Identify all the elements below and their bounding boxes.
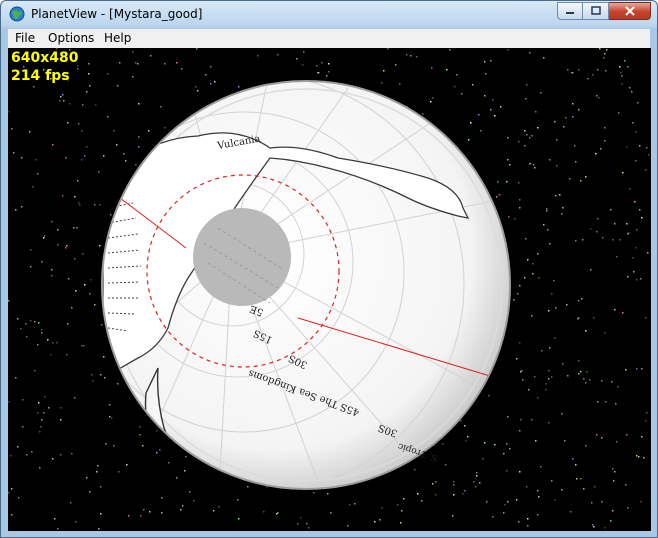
menu-file[interactable]: File xyxy=(15,31,35,45)
globe xyxy=(101,80,511,490)
close-icon xyxy=(624,6,635,16)
fps-readout: 214 fps xyxy=(11,68,70,84)
title-bar[interactable]: PlanetView - [Mystara_good] xyxy=(1,1,657,29)
minimize-icon xyxy=(566,12,574,14)
close-button[interactable] xyxy=(609,2,651,20)
maximize-icon xyxy=(590,6,601,15)
maximize-button[interactable] xyxy=(583,2,609,20)
minimize-button[interactable] xyxy=(557,2,583,20)
window-title: PlanetView - [Mystara_good] xyxy=(31,7,203,21)
menu-options[interactable]: Options xyxy=(48,31,94,45)
menu-help[interactable]: Help xyxy=(104,31,131,45)
polar-cap xyxy=(193,208,291,306)
globe-scene[interactable]: Vulcania 5E 15S 30S 45S The Sea Kingdoms… xyxy=(8,48,651,531)
planet-viewport[interactable]: Vulcania 5E 15S 30S 45S The Sea Kingdoms… xyxy=(8,48,651,531)
window-controls xyxy=(557,2,651,20)
app-window: PlanetView - [Mystara_good] File Options… xyxy=(0,0,658,538)
menu-bar: File Options Help xyxy=(8,29,650,49)
resolution-readout: 640x480 xyxy=(11,50,79,66)
globe-icon xyxy=(9,6,25,22)
